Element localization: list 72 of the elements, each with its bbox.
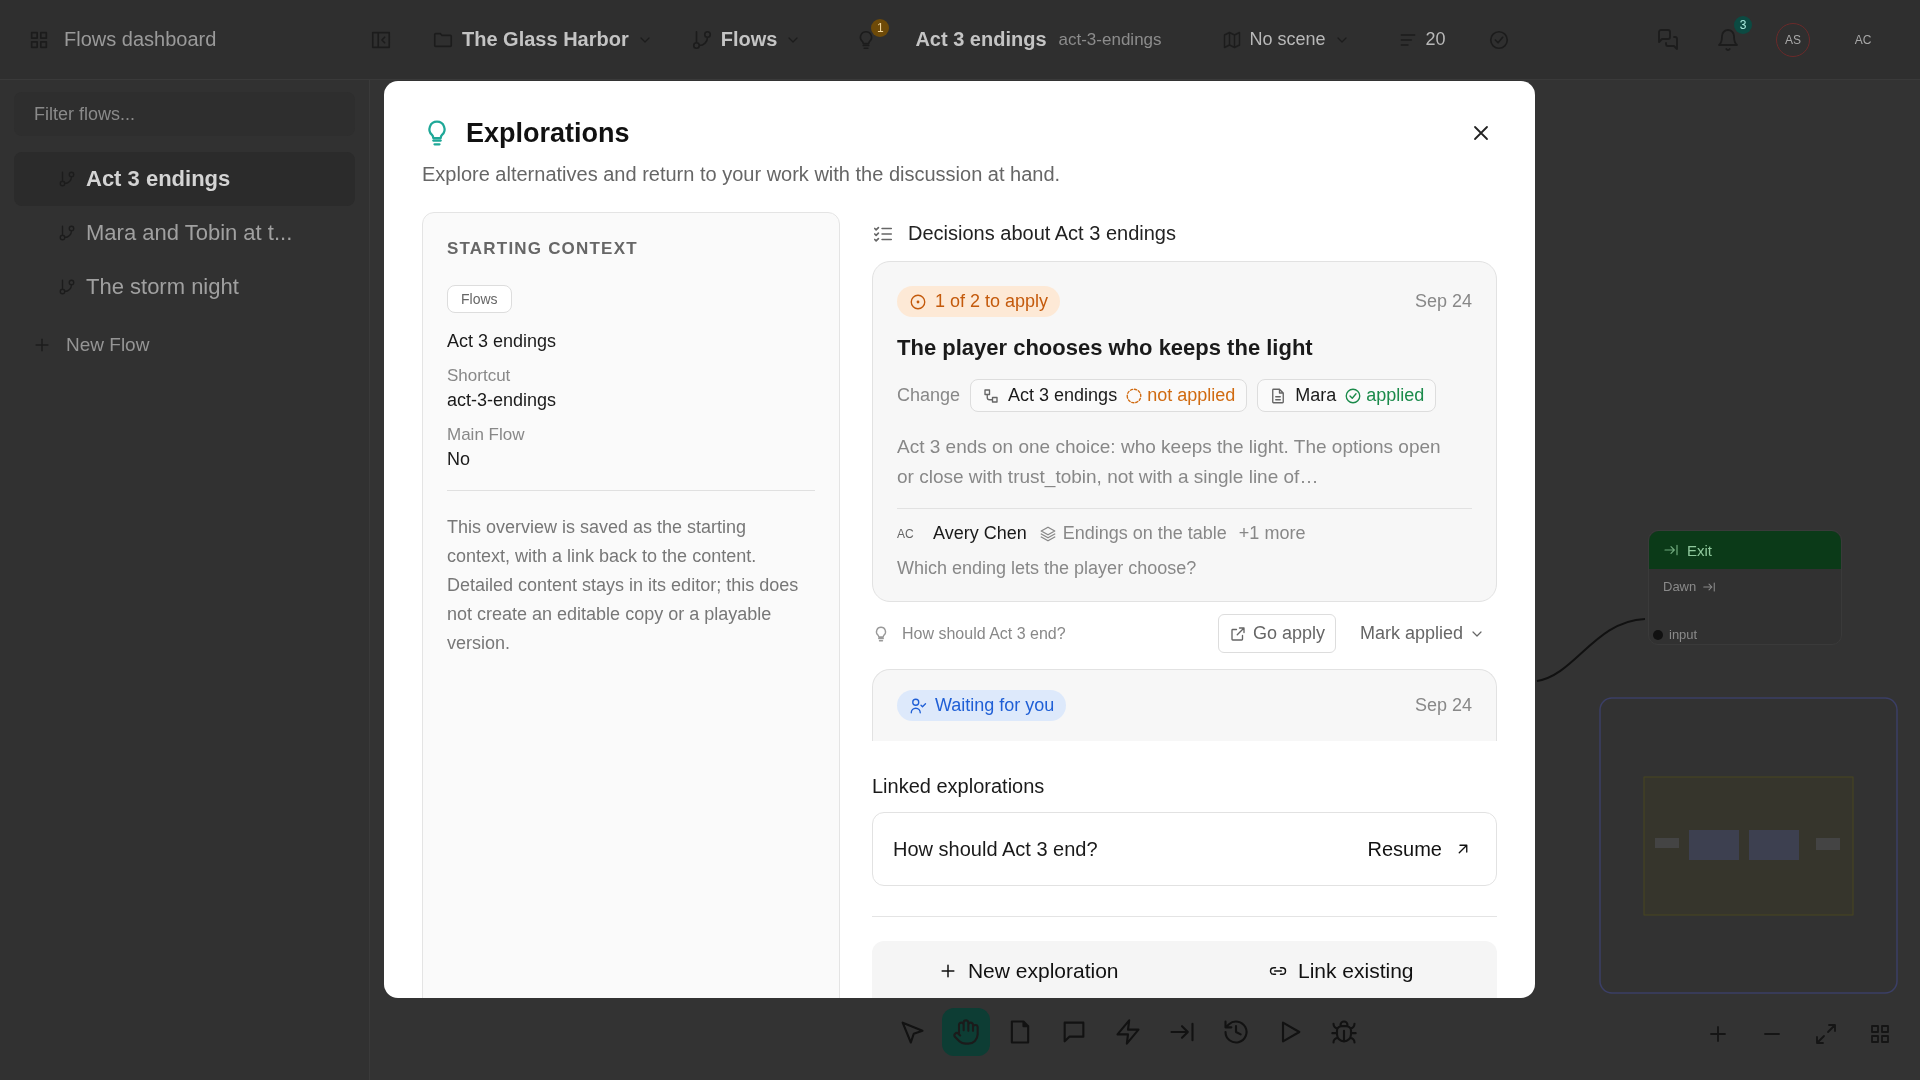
bug-icon [1330, 1018, 1358, 1046]
panel-heading: STARTING CONTEXT [447, 239, 639, 259]
decision-card[interactable] [872, 261, 1497, 602]
minimap-drawing[interactable] [1599, 697, 1898, 994]
exploration-label: How should Act 3 end? [902, 624, 1066, 643]
field-value: act-3-endings [447, 390, 558, 411]
arrow-to-line-icon [1702, 579, 1717, 594]
node-count: 20 [1425, 29, 1446, 50]
change-label: Change [897, 385, 961, 406]
hand-icon [952, 1018, 980, 1046]
decision-card[interactable]: Waiting for you Sep 24 [872, 669, 1497, 741]
user-icon [909, 696, 927, 715]
user-avatar[interactable]: AC [1846, 22, 1880, 57]
dialog-title: Explorations [466, 117, 630, 149]
link-existing-button[interactable]: Link existing [1184, 953, 1497, 989]
count-badge: 1 [871, 18, 890, 37]
dashboard-link[interactable]: Flows dashboard [64, 28, 217, 51]
flow-list-item[interactable]: Act 3 endings [14, 152, 355, 206]
author-name: Avery Chen [933, 523, 1027, 544]
resume-button[interactable]: Resume [1363, 833, 1476, 865]
notification-badge: 3 [1734, 15, 1752, 34]
mark-applied-button[interactable]: Mark applied [1347, 615, 1497, 652]
flow-list-item[interactable]: The storm night [14, 260, 355, 314]
new-flow-link[interactable]: New Flow [66, 334, 150, 356]
layers-icon [1038, 524, 1057, 543]
tool-button[interactable] [942, 1008, 990, 1056]
author-initials: AC [897, 526, 915, 541]
section-selector[interactable]: Flows [720, 28, 778, 51]
dialog-subtitle: Explore alternatives and return to your work with the discussion at hand. [422, 163, 1062, 186]
project-selector[interactable]: The Glass Harbor [462, 28, 629, 51]
lightning-icon [1114, 1018, 1142, 1046]
history-icon [1222, 1018, 1250, 1046]
field-label: Shortcut [447, 366, 512, 386]
badge-label: Waiting for you [935, 695, 1055, 716]
grid-icon[interactable] [1868, 1022, 1892, 1046]
new-exploration-button[interactable]: New exploration [872, 953, 1185, 989]
badge-label: 1 of 2 to apply [935, 291, 1049, 312]
change-chip[interactable]: Mara applied [1257, 379, 1437, 412]
linked-exploration-card[interactable]: How should Act 3 end? Resume [872, 812, 1497, 886]
port-dot[interactable] [1653, 629, 1663, 640]
decision-title: The player chooses who keeps the light [897, 335, 1314, 361]
status-icon [909, 292, 927, 311]
decision-question: Which ending lets the player choose? [897, 558, 1198, 579]
card-date: Sep 24 [1414, 291, 1472, 312]
field-label: Main Flow [447, 425, 526, 445]
field-value: No [447, 449, 471, 470]
external-link-icon [1228, 624, 1247, 643]
node-row-label: Dawn [1663, 579, 1697, 594]
exit-node[interactable]: Exit Dawn input [1648, 530, 1842, 645]
type-tag: Flows [447, 285, 512, 313]
filter-field[interactable]: Filter flows... [14, 92, 355, 136]
bell-icon[interactable] [1716, 27, 1740, 52]
flow-icon [982, 386, 1001, 405]
node-title: Exit [1687, 541, 1712, 559]
expand-icon[interactable] [1814, 1022, 1838, 1046]
exploration-title: How should Act 3 end? [893, 837, 1098, 861]
flow-shortcut: act-3-endings [1058, 29, 1162, 50]
section-heading: Linked explorations [872, 775, 1046, 798]
topic-label: Endings on the table [1062, 523, 1227, 544]
context-name: Act 3 endings [447, 331, 558, 352]
context-note: This overview is saved as the starting context, with a link back to the content. Detailed content stays in its editor; this does not create an editable copy or a playable version. [447, 490, 815, 658]
section-heading: Decisions about Act 3 endings [908, 222, 1176, 245]
more-count: +1 more [1238, 523, 1306, 544]
arrow-to-line-icon [1663, 542, 1679, 558]
port-label: input [1669, 627, 1698, 642]
decision-description: Act 3 ends on one choice: who keeps the light. The options open or close with trust_tobin, not with a single line of… [897, 432, 1472, 509]
scene-selector[interactable]: No scene [1249, 29, 1326, 50]
card-date: Sep 24 [1414, 695, 1472, 716]
change-chip[interactable]: Act 3 endings not applied [970, 379, 1248, 412]
go-apply-button[interactable]: Go apply [1217, 614, 1336, 653]
flow-title: Act 3 endings [915, 28, 1047, 51]
flow-list-item[interactable]: Mara and Tobin at t... [14, 206, 355, 260]
